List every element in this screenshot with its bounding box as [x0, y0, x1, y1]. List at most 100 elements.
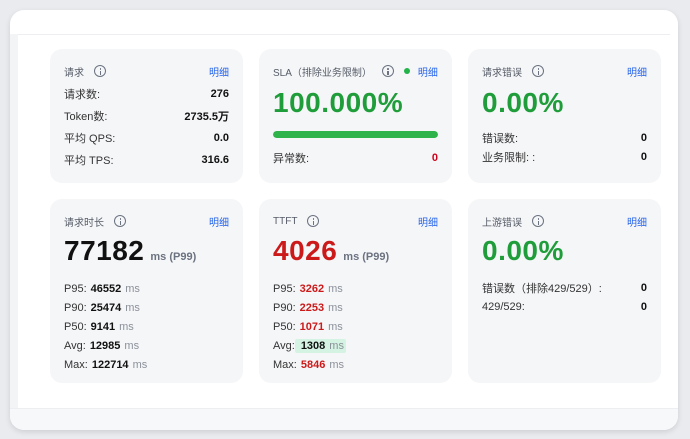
- stat-value: 0: [640, 300, 647, 313]
- latency-row: Avg: 12985 ms: [64, 336, 229, 355]
- ttft-p99: 4026 ms (P99): [273, 235, 389, 267]
- info-icon[interactable]: [532, 215, 544, 227]
- dashboard-window: 请求 明细 请求数: 276 Token数: 2735.5万 平均 QPS: 0.0 …: [10, 10, 678, 430]
- details-link[interactable]: 明细: [418, 214, 438, 229]
- latency-value: 1308: [300, 339, 326, 352]
- info-icon[interactable]: [532, 65, 544, 77]
- card-title: 请求: [64, 67, 84, 79]
- big-unit: ms (P99): [150, 251, 197, 263]
- avg-highlight: 1308 ms: [294, 338, 346, 353]
- stat-value: 0: [640, 150, 647, 163]
- latency-unit: ms: [125, 301, 140, 314]
- stat-value: 316.6: [201, 154, 229, 166]
- duration-card: 请求时长 明细 77182 ms (P99) P95: 46552 ms P90: 25…: [50, 199, 243, 383]
- card-title: SLA（排除业务限制）: [273, 67, 372, 79]
- latency-row: Max: 5846 ms: [273, 355, 438, 374]
- latency-row: P90: 2253 ms: [273, 298, 438, 317]
- big-number: 77182: [64, 235, 145, 266]
- latency-label: Avg:: [273, 339, 295, 352]
- sla-progress-bar: [273, 131, 438, 138]
- stat-label: 平均 QPS:: [64, 133, 116, 145]
- latency-row: P95: 3262 ms: [273, 279, 438, 298]
- stat-label: 错误数:: [482, 132, 519, 145]
- stat-value: 0.0: [213, 132, 229, 144]
- latency-row: P95: 46552 ms: [64, 279, 229, 298]
- latency-row: P50: 9141 ms: [64, 317, 229, 336]
- info-icon[interactable]: [94, 65, 106, 77]
- card-title: 请求错误: [482, 67, 522, 79]
- stat-row: 业务限制: : 0: [482, 147, 647, 166]
- latency-label: P50:: [64, 320, 87, 333]
- upstream-error-rate: 0.00%: [482, 235, 564, 266]
- latency-label: P90:: [64, 301, 87, 314]
- stat-row: 错误数（排除429/529）: 0: [482, 278, 647, 297]
- stat-label: 错误数（排除429/529）:: [482, 282, 602, 295]
- latency-value: 9141: [90, 320, 116, 333]
- latency-value: 122714: [91, 358, 129, 371]
- card-title: TTFT: [273, 215, 298, 227]
- stat-row: 请求数: 276: [64, 83, 229, 105]
- details-link[interactable]: 明细: [627, 64, 647, 79]
- info-icon[interactable]: [307, 215, 320, 227]
- latency-unit: ms: [329, 339, 344, 352]
- latency-value: 5846: [300, 358, 326, 371]
- latency-label: P95:: [273, 282, 296, 295]
- latency-label: Avg:: [64, 339, 86, 352]
- sla-progress-fill: [273, 131, 438, 138]
- error-rate-value: 0.00%: [482, 87, 564, 118]
- sla-card: SLA（排除业务限制） 明细 100.000% 异常数: 0: [259, 49, 452, 183]
- stat-value: 0: [640, 131, 647, 144]
- latency-label: Max:: [64, 358, 88, 371]
- latency-unit: ms: [124, 339, 140, 352]
- big-unit: ms (P99): [343, 251, 390, 263]
- latency-row: P90: 25474 ms: [64, 298, 229, 317]
- latency-unit: ms: [125, 282, 140, 295]
- status-dot-icon: [403, 68, 410, 74]
- latency-label: P95:: [64, 282, 87, 295]
- stat-label: 平均 TPS:: [64, 155, 114, 167]
- left-edge: [10, 34, 18, 408]
- latency-row: P50: 1071 ms: [273, 317, 438, 336]
- details-link[interactable]: 明细: [418, 64, 438, 79]
- duration-p99: 77182 ms (P99): [64, 235, 196, 267]
- latency-unit: ms: [329, 358, 344, 371]
- stat-row: 429/529: 0: [482, 297, 647, 316]
- info-icon[interactable]: [114, 215, 126, 227]
- requests-card: 请求 明细 请求数: 276 Token数: 2735.5万 平均 QPS: 0.0 …: [50, 49, 243, 183]
- stat-value: 0: [640, 281, 647, 294]
- stat-label: 429/529:: [482, 300, 525, 313]
- latency-unit: ms: [328, 320, 343, 333]
- latency-value: 2253: [299, 301, 325, 314]
- card-title: 请求时长: [64, 217, 104, 229]
- latency-unit: ms: [132, 358, 148, 371]
- latency-value: 1071: [299, 320, 325, 333]
- details-link[interactable]: 明细: [209, 64, 229, 79]
- bottom-area: [10, 408, 678, 430]
- latency-value: 12985: [89, 339, 121, 352]
- ttft-card: TTFT 明细 4026 ms (P99) P95: 3262 ms P90: 2253…: [259, 199, 452, 383]
- latency-value: 46552: [90, 282, 122, 295]
- latency-label: Max:: [273, 358, 297, 371]
- latency-unit: ms: [119, 320, 134, 333]
- request-errors-card: 请求错误 明细 0.00% 错误数: 0 业务限制: : 0: [468, 49, 661, 183]
- latency-label: P90:: [273, 301, 296, 314]
- stat-label: 请求数:: [64, 89, 101, 101]
- latency-row: Max: 122714 ms: [64, 355, 229, 374]
- latency-value: 3262: [299, 282, 325, 295]
- details-link[interactable]: 明细: [627, 214, 647, 229]
- latency-label: P50:: [273, 320, 296, 333]
- upstream-errors-card: 上游错误 明细 0.00% 错误数（排除429/529）: 0 429/529: 0: [468, 199, 661, 383]
- latency-unit: ms: [328, 282, 343, 295]
- big-number: 4026: [273, 235, 338, 266]
- latency-row: Avg: 1308 ms: [273, 336, 438, 355]
- stat-label: 业务限制: :: [482, 151, 536, 164]
- latency-unit: ms: [328, 301, 343, 314]
- top-divider: [18, 34, 670, 35]
- stat-row: 平均 TPS: 316.6: [64, 149, 229, 171]
- stat-value: 2735.5万: [184, 111, 229, 123]
- details-link[interactable]: 明细: [209, 214, 229, 229]
- stat-row: 异常数: 0: [273, 147, 438, 169]
- stat-label: 异常数:: [273, 153, 310, 165]
- stat-row: 平均 QPS: 0.0: [64, 127, 229, 149]
- info-icon[interactable]: [381, 65, 394, 77]
